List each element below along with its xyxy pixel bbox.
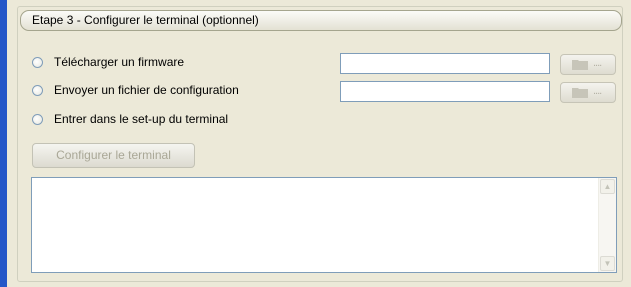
browse-dots: ....	[593, 57, 602, 69]
configure-terminal-button[interactable]: Configurer le terminal	[32, 143, 195, 168]
config-path-field[interactable]	[340, 81, 550, 102]
radio-download-firmware[interactable]	[32, 57, 43, 68]
folder-icon	[572, 88, 588, 98]
browse-config-button[interactable]: ....	[560, 82, 616, 103]
log-scrollbar[interactable]: ▲ ▼	[598, 178, 616, 272]
radio-enter-setup[interactable]	[32, 114, 43, 125]
browse-firmware-button[interactable]: ....	[560, 54, 616, 75]
arrow-up-icon[interactable]: ▲	[600, 179, 615, 194]
browse-dots: ....	[593, 85, 602, 97]
section-header: Etape 3 - Configurer le terminal (option…	[20, 10, 622, 31]
section-title: Etape 3 - Configurer le terminal (option…	[32, 13, 259, 27]
option-label: Télécharger un firmware	[54, 55, 185, 69]
arrow-down-icon[interactable]: ▼	[600, 256, 615, 271]
accent-bar	[0, 0, 7, 287]
option-label: Entrer dans le set-up du terminal	[54, 112, 229, 126]
radio-send-config[interactable]	[32, 85, 43, 96]
firmware-path-field[interactable]	[340, 53, 550, 74]
log-textarea[interactable]: ▲ ▼	[31, 177, 617, 273]
option-label: Envoyer un fichier de configuration	[54, 83, 239, 97]
folder-icon	[572, 60, 588, 70]
